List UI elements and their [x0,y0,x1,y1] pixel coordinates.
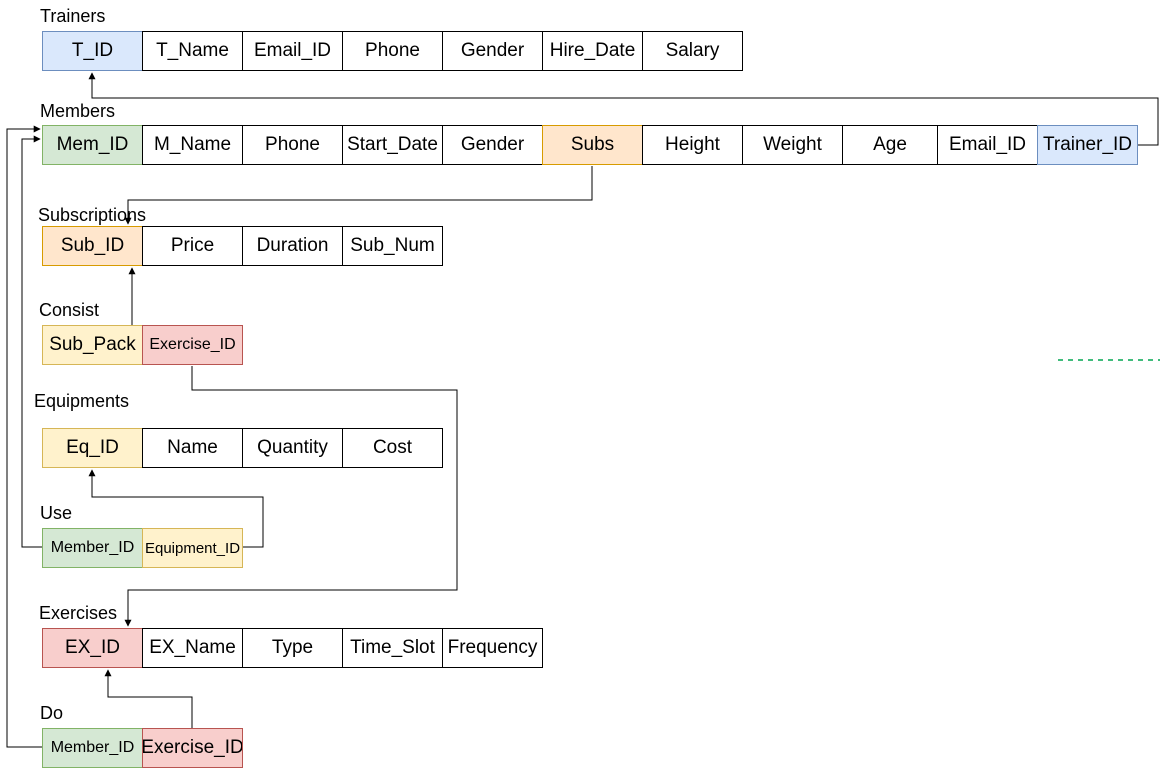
use-equipment-id-to-equipments-eq-id-link [88,469,264,548]
consist-exercise-id-to-exercises-ex-id-link [124,366,458,627]
do-member-id-to-members-mem-id-link [6,125,42,748]
relationship-connectors [6,72,1160,748]
members-trainer-id-to-trainers-t-id-link [88,72,1159,146]
members-subs-to-subscriptions-sub-id-link [124,166,593,225]
use-member-id-to-members-mem-id-link [21,135,42,548]
exercises-do-exercise-id-to-exercises-ex-id-link [104,669,193,728]
